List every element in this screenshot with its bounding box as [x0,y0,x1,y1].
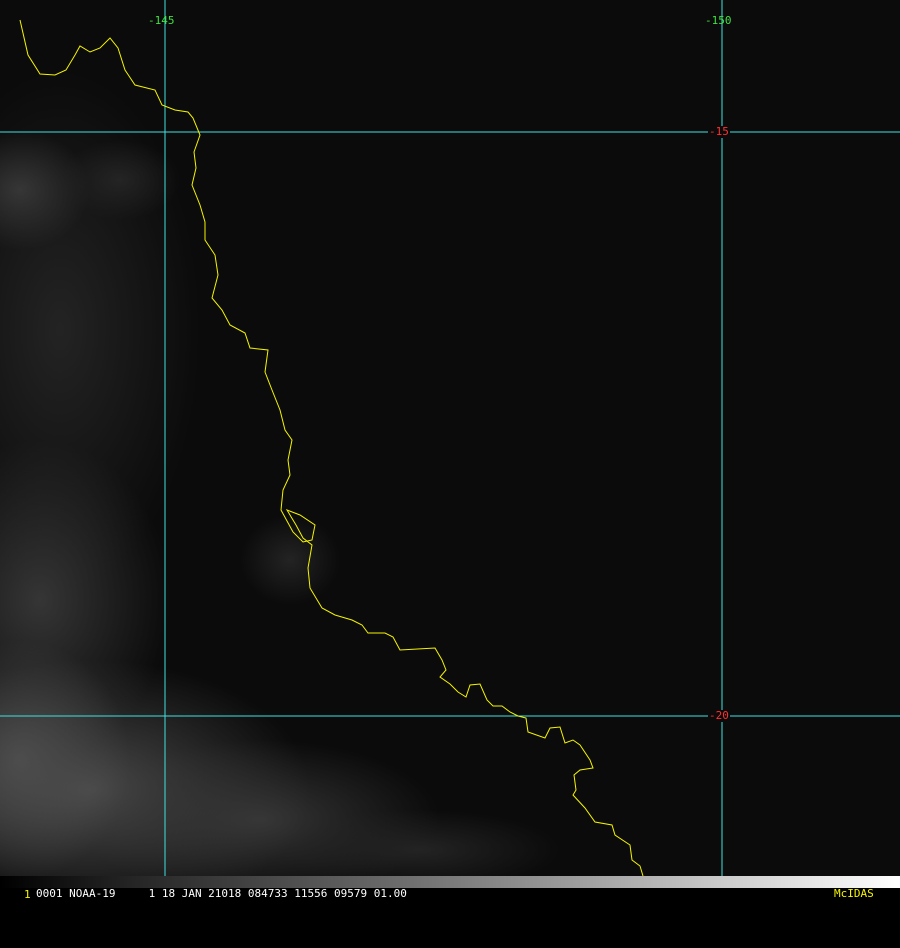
status-bar: 1 0001 NOAA-19 1 18 JAN 21018 084733 115… [0,876,900,901]
longitude-label: -150 [705,14,732,27]
longitude-label: -145 [148,14,175,27]
latitude-label: -20 [708,709,730,722]
cloud-texture [0,70,560,900]
image-metadata: 0001 NOAA-19 1 18 JAN 21018 084733 11556… [36,887,407,900]
map-overlay [0,0,900,900]
latitude-label: -15 [708,125,730,138]
satellite-image-view[interactable]: -145 -150 -15 -20 [0,0,900,900]
frame-number: 1 [24,888,31,901]
mcidas-logo: McIDAS [834,887,874,900]
